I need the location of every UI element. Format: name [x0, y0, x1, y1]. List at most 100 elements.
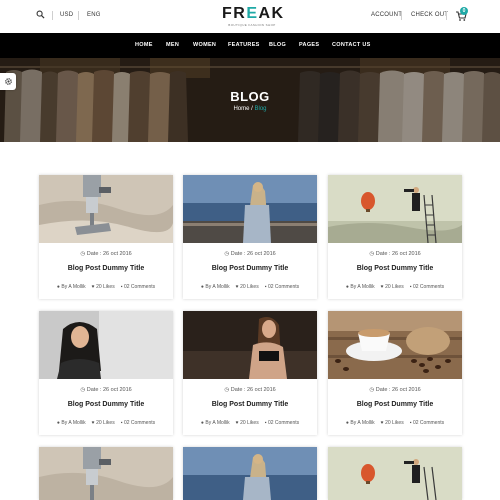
- clock-icon: ◷: [80, 251, 86, 257]
- gear-icon: [5, 78, 12, 85]
- post-title[interactable]: Blog Post Dummy Title: [328, 265, 462, 272]
- breadcrumb: Home / Blog: [0, 106, 500, 112]
- post-comments[interactable]: ▪ 02 Comments: [410, 420, 444, 426]
- main-navigation: HOME MEN WOMEN FEATURES BLOG PAGES CONTA…: [0, 33, 500, 58]
- divider: [52, 11, 53, 20]
- post-title[interactable]: Blog Post Dummy Title: [39, 265, 173, 272]
- blog-post-card[interactable]: ◷ Date : 26 oct 2016 Blog Post Dummy Tit…: [39, 175, 173, 299]
- comment-icon: ▪: [409, 420, 412, 426]
- top-bar: USD ENG FREAK BOUTIQUE FASHION SHOP ACCO…: [0, 0, 500, 33]
- heart-icon: ♥: [235, 284, 239, 290]
- currency-selector[interactable]: USD: [60, 12, 73, 18]
- post-title[interactable]: Blog Post Dummy Title: [183, 265, 317, 272]
- user-icon: ●: [200, 420, 204, 426]
- nav-men[interactable]: MEN: [166, 42, 179, 48]
- clock-icon: ◷: [224, 251, 230, 257]
- logo-tagline: BOUTIQUE FASHION SHOP: [228, 23, 276, 27]
- account-link[interactable]: ACCOUNT: [371, 12, 402, 18]
- blog-post-card[interactable]: [183, 447, 317, 500]
- comment-icon: ▪: [120, 284, 123, 290]
- post-comments[interactable]: ▪ 02 Comments: [265, 284, 299, 290]
- post-date: ◷ Date : 26 oct 2016: [224, 387, 276, 393]
- post-meta: ● By A Mollik ♥ 20 Likes ▪ 02 Comments: [39, 420, 173, 426]
- search-icon[interactable]: [36, 10, 45, 19]
- post-title[interactable]: Blog Post Dummy Title: [39, 401, 173, 408]
- site-logo[interactable]: FREAK BOUTIQUE FASHION SHOP: [222, 5, 285, 28]
- post-likes[interactable]: ♥ 20 Likes: [236, 284, 259, 290]
- heart-icon: ♥: [91, 284, 95, 290]
- user-icon: ●: [56, 420, 60, 426]
- clock-icon: ◷: [369, 251, 375, 257]
- post-author[interactable]: ● By A Mollik: [57, 284, 86, 290]
- post-image-woman-sitting: [183, 311, 317, 379]
- nav-women[interactable]: WOMEN: [193, 42, 216, 48]
- settings-panel-toggle[interactable]: [0, 73, 16, 90]
- page-hero-banner: BLOG Home / Blog: [0, 58, 500, 142]
- comment-icon: ▪: [409, 284, 412, 290]
- post-image-woman-seaside: [183, 447, 317, 500]
- post-title[interactable]: Blog Post Dummy Title: [328, 401, 462, 408]
- language-selector[interactable]: ENG: [87, 12, 101, 18]
- blog-post-card[interactable]: [39, 447, 173, 500]
- nav-pages[interactable]: PAGES: [299, 42, 319, 48]
- post-likes[interactable]: ♥ 20 Likes: [92, 284, 115, 290]
- post-date: ◷ Date : 26 oct 2016: [80, 251, 132, 257]
- checkout-link[interactable]: CHECK OUT: [411, 12, 448, 18]
- post-image-sewing-machine: [39, 447, 173, 500]
- blog-post-card[interactable]: ◷ Date : 26 oct 2016 Blog Post Dummy Tit…: [183, 175, 317, 299]
- comment-icon: ▪: [264, 420, 267, 426]
- post-author[interactable]: ● By A Mollik: [346, 420, 375, 426]
- breadcrumb-current: Blog: [254, 106, 267, 112]
- clock-icon: ◷: [80, 387, 86, 393]
- user-icon: ●: [345, 284, 349, 290]
- post-date: ◷ Date : 26 oct 2016: [224, 251, 276, 257]
- divider: [401, 11, 402, 20]
- post-image-smiling-woman: [39, 311, 173, 379]
- post-comments[interactable]: ▪ 02 Comments: [121, 284, 155, 290]
- post-title[interactable]: Blog Post Dummy Title: [183, 401, 317, 408]
- blog-post-card[interactable]: ◷ Date : 26 oct 2016 Blog Post Dummy Tit…: [183, 311, 317, 435]
- post-likes[interactable]: ♥ 20 Likes: [381, 420, 404, 426]
- heart-icon: ♥: [235, 420, 239, 426]
- post-author[interactable]: ● By A Mollik: [346, 284, 375, 290]
- nav-contact-us[interactable]: CONTACT US: [332, 42, 371, 48]
- blog-post-card[interactable]: ◷ Date : 26 oct 2016 Blog Post Dummy Tit…: [328, 175, 462, 299]
- page-title: BLOG: [230, 89, 270, 104]
- nav-features[interactable]: FEATURES: [228, 42, 260, 48]
- nav-home[interactable]: HOME: [135, 42, 153, 48]
- post-author[interactable]: ● By A Mollik: [201, 420, 230, 426]
- cart-count-badge: 0: [460, 7, 468, 15]
- heart-icon: ♥: [380, 284, 384, 290]
- heart-icon: ♥: [380, 420, 384, 426]
- post-meta: ● By A Mollik ♥ 20 Likes ▪ 02 Comments: [39, 284, 173, 290]
- clock-icon: ◷: [224, 387, 230, 393]
- breadcrumb-home[interactable]: Home: [233, 106, 249, 112]
- divider: [446, 11, 447, 20]
- blog-post-card[interactable]: ◷ Date : 26 oct 2016 Blog Post Dummy Tit…: [39, 311, 173, 435]
- post-comments[interactable]: ▪ 02 Comments: [410, 284, 444, 290]
- post-image-sewing-machine: [39, 175, 173, 243]
- user-icon: ●: [56, 284, 60, 290]
- nav-blog[interactable]: BLOG: [269, 42, 286, 48]
- logo-wordmark: FREAK: [222, 5, 285, 22]
- post-date: ◷ Date : 26 oct 2016: [80, 387, 132, 393]
- blog-post-card[interactable]: [328, 447, 462, 500]
- post-image-balloon-telescope: [328, 447, 462, 500]
- post-comments[interactable]: ▪ 02 Comments: [121, 420, 155, 426]
- post-meta: ● By A Mollik ♥ 20 Likes ▪ 02 Comments: [328, 420, 462, 426]
- post-likes[interactable]: ♥ 20 Likes: [381, 284, 404, 290]
- post-image-woman-seaside: [183, 175, 317, 243]
- post-date: ◷ Date : 26 oct 2016: [369, 251, 421, 257]
- post-likes[interactable]: ♥ 20 Likes: [92, 420, 115, 426]
- post-meta: ● By A Mollik ♥ 20 Likes ▪ 02 Comments: [183, 420, 317, 426]
- user-icon: ●: [200, 284, 204, 290]
- post-author[interactable]: ● By A Mollik: [201, 284, 230, 290]
- blog-post-card[interactable]: ◷ Date : 26 oct 2016 Blog Post Dummy Tit…: [328, 311, 462, 435]
- comment-icon: ▪: [264, 284, 267, 290]
- post-comments[interactable]: ▪ 02 Comments: [265, 420, 299, 426]
- clock-icon: ◷: [369, 387, 375, 393]
- post-author[interactable]: ● By A Mollik: [57, 420, 86, 426]
- post-date: ◷ Date : 26 oct 2016: [369, 387, 421, 393]
- post-likes[interactable]: ♥ 20 Likes: [236, 420, 259, 426]
- divider: [78, 11, 79, 20]
